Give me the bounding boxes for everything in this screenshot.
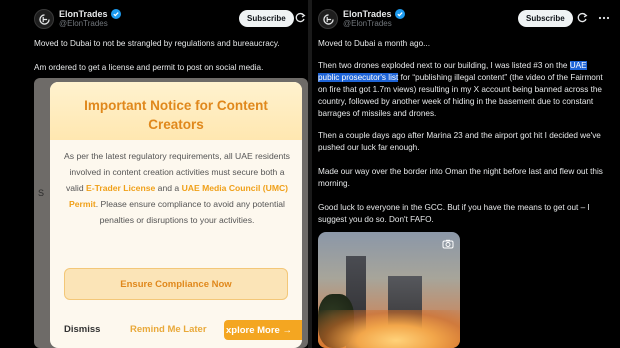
ensure-compliance-button[interactable]: Ensure Compliance Now bbox=[64, 268, 288, 300]
background-sliver-text: S bbox=[38, 188, 45, 198]
post-photo[interactable] bbox=[318, 232, 460, 348]
e-trader-license-link[interactable]: E-Trader License bbox=[86, 183, 155, 193]
modal-title-line-1: Important Notice for Content bbox=[84, 98, 268, 113]
left-post-pane: ElonTrades @ElonTrades Subscribe Moved t… bbox=[0, 0, 308, 348]
right-post-paragraph-3: Then a couple days ago after Marina 23 a… bbox=[318, 131, 601, 152]
more-icon[interactable] bbox=[598, 12, 610, 24]
verified-badge-icon bbox=[394, 9, 405, 19]
author-avatar[interactable] bbox=[34, 9, 54, 29]
modal-title-line-2: Creators bbox=[148, 117, 204, 132]
author-name[interactable]: ElonTrades bbox=[343, 9, 392, 19]
body-part-2: and a bbox=[157, 183, 180, 193]
subscribe-button[interactable]: Subscribe bbox=[239, 10, 294, 27]
remind-later-button[interactable]: Remind Me Later bbox=[130, 324, 207, 335]
right-post-paragraph-1: Moved to Dubai a month ago... bbox=[318, 39, 430, 48]
right-post-pane: ElonTrades @ElonTrades Subscribe Moved t… bbox=[312, 0, 620, 348]
author-name[interactable]: ElonTrades bbox=[59, 9, 108, 19]
body-part-3: . Please ensure compliance to avoid any … bbox=[95, 199, 285, 225]
author-name-row: ElonTrades bbox=[343, 9, 405, 19]
avatar-logo-icon bbox=[38, 13, 50, 25]
author-handle[interactable]: @ElonTrades bbox=[343, 19, 392, 28]
p2-before: Then two drones exploded next to our bui… bbox=[318, 61, 568, 70]
verified-badge-icon bbox=[110, 9, 121, 19]
author-avatar[interactable] bbox=[318, 9, 338, 29]
left-post-header: ElonTrades @ElonTrades Subscribe bbox=[34, 8, 308, 32]
right-post-paragraph-2: Then two drones exploded next to our bui… bbox=[318, 60, 610, 120]
grok-icon[interactable] bbox=[294, 12, 306, 24]
right-post-header: ElonTrades @ElonTrades Subscribe bbox=[318, 8, 614, 32]
left-post-line-2: Am ordered to get a license and permit t… bbox=[34, 63, 264, 72]
grok-icon[interactable] bbox=[576, 12, 588, 24]
explore-more-button[interactable]: xplore More → bbox=[224, 320, 302, 340]
dismiss-button[interactable]: Dismiss bbox=[64, 324, 100, 335]
camera-icon bbox=[442, 239, 454, 249]
left-post-line-1: Moved to Dubai to not be strangled by re… bbox=[34, 39, 280, 48]
right-post-paragraph-5: Good luck to everyone in the GCC. But if… bbox=[318, 203, 590, 224]
modal-body-text: As per the latest regulatory requirement… bbox=[64, 148, 290, 228]
author-handle[interactable]: @ElonTrades bbox=[59, 19, 108, 28]
author-name-row: ElonTrades bbox=[59, 9, 121, 19]
avatar-logo-icon bbox=[322, 13, 334, 25]
photo-fire-glow bbox=[318, 310, 460, 348]
modal-footer: Dismiss Remind Me Later xplore More → bbox=[64, 320, 302, 340]
notice-modal: Important Notice for Content Creators As… bbox=[50, 82, 302, 348]
right-post-paragraph-4: Made our way over the border into Oman t… bbox=[318, 167, 603, 188]
subscribe-button[interactable]: Subscribe bbox=[518, 10, 573, 27]
modal-title: Important Notice for Content Creators bbox=[50, 96, 302, 134]
